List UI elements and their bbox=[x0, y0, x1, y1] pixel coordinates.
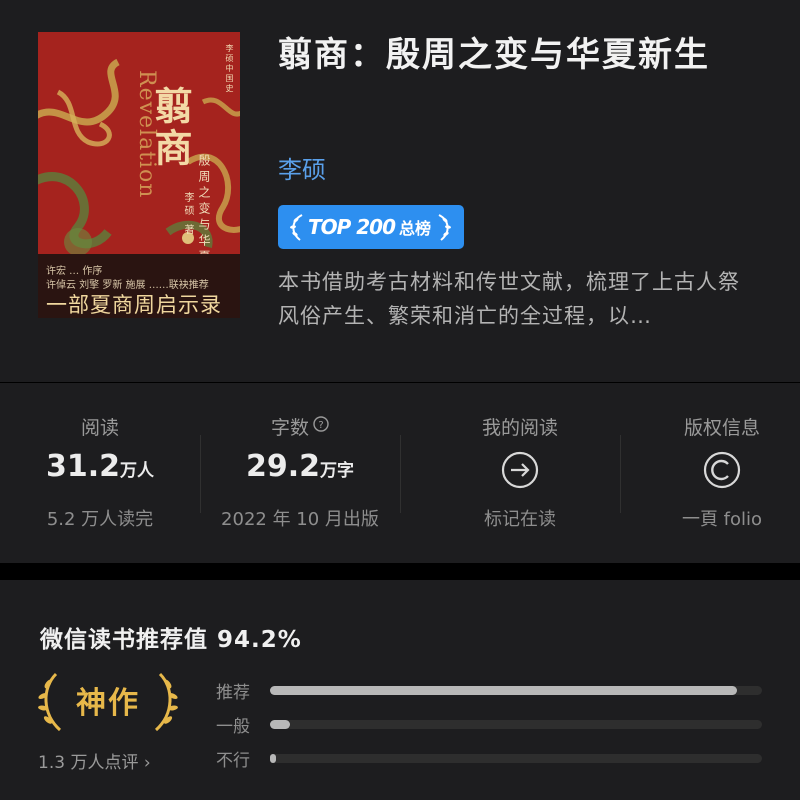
laurel-left-icon bbox=[290, 214, 303, 241]
stat-word-count[interactable]: 字数? 29.2万字 2022 年 10 月出版 bbox=[200, 383, 400, 563]
stat-label: 阅读 bbox=[80, 417, 119, 439]
stat-label: 我的阅读 bbox=[481, 417, 558, 439]
rating-label: 不行 bbox=[216, 751, 250, 771]
copyright-icon[interactable] bbox=[703, 451, 741, 489]
recommendation-title: 微信读书推荐值 94.2% bbox=[40, 627, 302, 653]
rating-bar-fill bbox=[270, 720, 290, 729]
badge-rank-label: 总榜 bbox=[399, 219, 432, 238]
divider bbox=[620, 435, 621, 513]
book-title: 翦商：殷周之变与华夏新生 bbox=[278, 35, 710, 75]
stat-subtext: 5.2 万人读完 bbox=[46, 509, 154, 530]
rating-row-poor: 不行 bbox=[216, 746, 766, 771]
book-description[interactable]: 本书借助考古材料和传世文献，梳理了上古人祭风俗产生、繁荣和消亡的全过程，以… bbox=[278, 265, 758, 333]
stat-subtext: 一頁 folio bbox=[681, 509, 763, 530]
recommendation-panel: 微信读书推荐值 94.2% 神作 1.3 万人点评 › 推荐 一般 不行 bbox=[0, 580, 800, 800]
rating-bar-fill bbox=[270, 754, 276, 763]
rating-bar-track bbox=[270, 686, 762, 695]
stat-label: 字数? bbox=[200, 413, 400, 440]
stat-value: 29.2万字 bbox=[245, 449, 355, 484]
cover-title: 翦商 bbox=[148, 86, 193, 170]
cover-slogan: 一部夏商周启示录 bbox=[46, 293, 222, 317]
stat-copyright[interactable]: 版权信息 一頁 folio bbox=[622, 383, 800, 563]
divider bbox=[400, 435, 401, 513]
author-link[interactable]: 李硕 bbox=[278, 150, 326, 185]
rating-grade: 神作 bbox=[76, 686, 140, 721]
book-header: 李硕中国史 Revelation 翦商 殷周之变与华夏新生 李硕 著 许宏 … … bbox=[0, 0, 800, 382]
stat-subtext: 2022 年 10 月出版 bbox=[221, 509, 379, 530]
top200-badge[interactable]: TOP 200 总榜 bbox=[278, 205, 464, 249]
book-cover[interactable]: 李硕中国史 Revelation 翦商 殷周之变与华夏新生 李硕 著 许宏 … … bbox=[38, 32, 240, 318]
stat-label: 版权信息 bbox=[683, 417, 760, 439]
stat-value: 31.2万人 bbox=[45, 449, 155, 484]
arrow-right-circle-icon[interactable] bbox=[501, 451, 539, 489]
stat-my-reading[interactable]: 我的阅读 标记在读 bbox=[420, 383, 620, 563]
stat-subtext: 标记在读 bbox=[484, 509, 556, 530]
badge-top-label: TOP 200 bbox=[308, 215, 396, 239]
svg-text:?: ? bbox=[318, 420, 323, 431]
rating-bar-track bbox=[270, 754, 762, 763]
stat-readers[interactable]: 阅读 31.2万人 5.2 万人读完 bbox=[0, 383, 200, 563]
rating-row-recommend: 推荐 bbox=[216, 678, 766, 703]
rating-bar-fill bbox=[270, 686, 738, 695]
rating-row-average: 一般 bbox=[216, 712, 766, 737]
rating-bar-track bbox=[270, 720, 762, 729]
stats-panel: 阅读 31.2万人 5.2 万人读完 字数? 29.2万字 2022 年 10 … bbox=[0, 383, 800, 563]
rating-label: 推荐 bbox=[216, 683, 250, 703]
cover-series: 李硕中国史 bbox=[225, 44, 234, 94]
rating-label: 一般 bbox=[216, 717, 250, 737]
help-icon[interactable]: ? bbox=[313, 416, 329, 432]
review-count-link[interactable]: 1.3 万人点评 › bbox=[38, 748, 151, 773]
cover-recommenders: 许宏 … 作序 bbox=[46, 266, 103, 277]
cover-author: 李硕 著 bbox=[182, 192, 193, 238]
laurel-right-icon bbox=[438, 214, 451, 241]
